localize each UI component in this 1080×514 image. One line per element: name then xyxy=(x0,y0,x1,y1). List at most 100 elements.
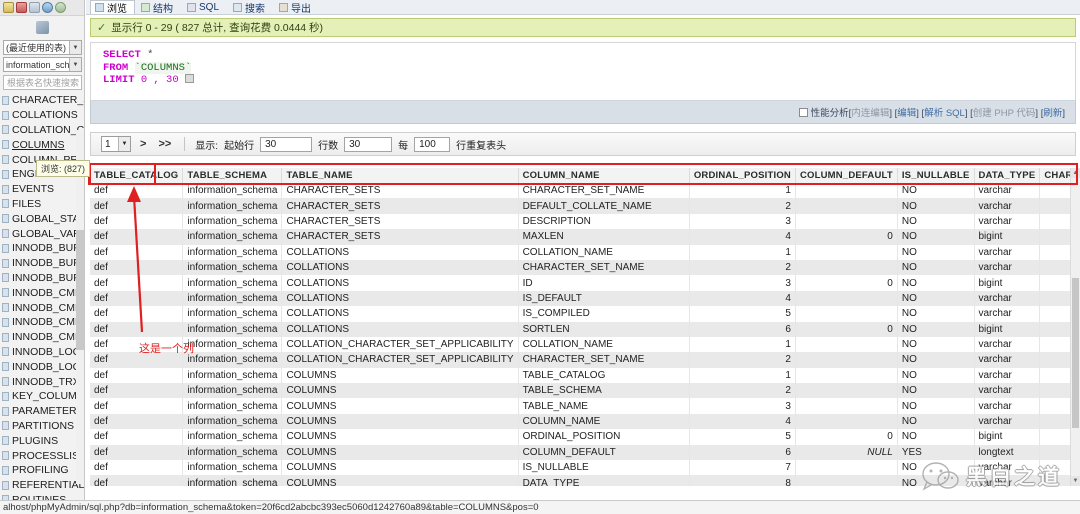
table-cell[interactable]: def xyxy=(90,352,184,368)
table-row[interactable]: def information_schema COLUMNS TABLE_CATALO… xyxy=(90,367,1080,384)
table-cell[interactable]: bigint xyxy=(974,429,1041,445)
sidebar-table-profiling[interactable]: PROFILING xyxy=(0,463,84,478)
sidebar-table-innodb_buffer_p[interactable]: INNODB_BUFFER_P xyxy=(0,241,84,256)
page-number-select[interactable]: 1 ▼ xyxy=(101,136,131,152)
table-row[interactable]: def information_schema COLUMNS IS_NULLABLE 7… xyxy=(90,460,1080,476)
table-cell[interactable] xyxy=(795,398,898,414)
table-cell[interactable]: MAXLEN xyxy=(518,229,690,245)
table-cell[interactable]: 0 xyxy=(795,429,898,445)
table-cell[interactable]: 0 xyxy=(795,321,898,337)
table-cell[interactable] xyxy=(795,259,898,276)
table-cell[interactable]: COLUMN_NAME xyxy=(518,413,690,430)
sidebar-table-innodb_buffer_p[interactable]: INNODB_BUFFER_P xyxy=(0,256,84,271)
table-cell[interactable]: def xyxy=(90,367,184,384)
table-cell[interactable]: NO xyxy=(897,275,975,291)
table-cell[interactable]: 1 xyxy=(689,244,796,260)
table-cell[interactable]: information_schema xyxy=(182,244,283,260)
table-row[interactable]: def information_schema COLLATIONS IS_COMPIL… xyxy=(90,306,1080,322)
sidebar-table-files[interactable]: FILES xyxy=(0,197,84,212)
scroll-down-icon[interactable]: ▼ xyxy=(1071,476,1080,486)
sidebar-table-innodb_buffer_p[interactable]: INNODB_BUFFER_P xyxy=(0,271,84,286)
table-row[interactable]: def information_schema COLLATION_CHARACTER… xyxy=(90,352,1080,368)
table-filter-input[interactable]: 根据表名快速搜索 xyxy=(3,75,82,90)
sidebar-table-global_status[interactable]: GLOBAL_STATUS xyxy=(0,211,84,226)
table-cell[interactable]: 1 xyxy=(689,183,796,199)
table-cell[interactable]: information_schema xyxy=(182,183,283,199)
table-cell[interactable]: 1 xyxy=(689,367,796,384)
inline-edit-icon[interactable] xyxy=(184,74,194,83)
table-cell[interactable]: NO xyxy=(897,413,975,430)
table-cell[interactable]: information_schema xyxy=(182,460,283,476)
sidebar-table-processlist[interactable]: PROCESSLIST xyxy=(0,448,84,463)
column-header-ordinal_position[interactable]: ORDINAL_POSITION xyxy=(689,168,796,184)
sql-action-4[interactable]: 刷新 xyxy=(1043,108,1062,119)
table-cell[interactable]: DATA_TYPE xyxy=(518,475,690,486)
table-cell[interactable]: 4 xyxy=(689,413,796,430)
table-cell[interactable]: 0 xyxy=(795,275,898,291)
table-cell[interactable]: CHARACTER_SETS xyxy=(281,183,519,199)
table-cell[interactable] xyxy=(795,336,898,353)
table-cell[interactable]: NO xyxy=(897,290,975,307)
sql-action-2[interactable]: 解析 SQL xyxy=(924,108,965,119)
table-cell[interactable] xyxy=(795,383,898,399)
table-cell[interactable]: 3 xyxy=(689,398,796,414)
sidebar-table-routines[interactable]: ROUTINES xyxy=(0,493,84,500)
table-cell[interactable]: TABLE_SCHEMA xyxy=(518,383,690,399)
column-header-table_schema[interactable]: TABLE_SCHEMA xyxy=(182,168,283,184)
sidebar-table-innodb_cmpmem[interactable]: INNODB_CMPMEM xyxy=(0,300,84,315)
table-cell[interactable]: varchar xyxy=(974,198,1041,214)
table-cell[interactable]: COLLATION_CHARACTER_SET_APPLICABILITY xyxy=(281,336,519,353)
table-cell[interactable]: COLLATION_NAME xyxy=(518,336,690,353)
wiki-icon[interactable] xyxy=(42,2,53,13)
database-select[interactable]: information_schem ▼ xyxy=(3,57,82,72)
results-scrollbar[interactable]: ▲ ▼ xyxy=(1070,168,1080,486)
sidebar-table-columns[interactable]: COLUMNS xyxy=(0,137,84,152)
table-cell[interactable]: information_schema xyxy=(182,429,283,445)
table-cell[interactable]: NO xyxy=(897,352,975,368)
scroll-up-icon[interactable]: ▲ xyxy=(1071,168,1080,178)
sidebar-table-innodb_cmpmem[interactable]: INNODB_CMPMEM xyxy=(0,315,84,330)
table-cell[interactable]: YES xyxy=(897,444,975,461)
sidebar-scrollbar-thumb[interactable] xyxy=(76,230,84,350)
table-cell[interactable]: IS_DEFAULT xyxy=(518,290,690,307)
table-row[interactable]: def information_schema COLUMNS COLUMN_DEFAU… xyxy=(90,444,1080,461)
table-cell[interactable]: 8 xyxy=(689,475,796,486)
table-cell[interactable]: 5 xyxy=(689,306,796,322)
table-cell[interactable]: COLLATIONS xyxy=(281,321,519,337)
table-cell[interactable] xyxy=(795,213,898,230)
table-cell[interactable]: varchar xyxy=(974,460,1041,476)
table-row[interactable]: def information_schema COLLATIONS CHARACTER… xyxy=(90,259,1080,276)
table-cell[interactable]: COLLATION_CHARACTER_SET_APPLICABILITY xyxy=(281,352,519,368)
table-cell[interactable]: COLLATIONS xyxy=(281,290,519,307)
tab-sql[interactable]: SQL xyxy=(182,0,227,14)
table-cell[interactable]: information_schema xyxy=(182,383,283,399)
sidebar-table-collation_char[interactable]: COLLATION_CHAR xyxy=(0,123,84,138)
table-cell[interactable]: COLLATIONS xyxy=(281,244,519,260)
table-row[interactable]: def information_schema CHARACTER_SETS DESCR… xyxy=(90,213,1080,230)
table-cell[interactable]: COLUMNS xyxy=(281,383,519,399)
table-cell[interactable] xyxy=(795,198,898,214)
table-cell[interactable]: information_schema xyxy=(182,413,283,430)
table-cell[interactable]: 4 xyxy=(689,229,796,245)
sidebar-scrollbar[interactable] xyxy=(76,130,84,484)
table-cell[interactable]: 2 xyxy=(689,383,796,399)
table-cell[interactable]: def xyxy=(90,213,184,230)
table-cell[interactable]: 6 xyxy=(689,444,796,461)
table-row[interactable]: def information_schema CHARACTER_SETS CHARA… xyxy=(90,183,1080,199)
table-cell[interactable]: SORTLEN xyxy=(518,321,690,337)
table-cell[interactable]: def xyxy=(90,229,184,245)
sql-query-box[interactable]: SELECT * FROM `COLUMNS` LIMIT 0 , 30 xyxy=(90,42,1076,100)
table-row[interactable]: def information_schema COLLATIONS SORTLEN 6 0… xyxy=(90,321,1080,337)
table-cell[interactable] xyxy=(795,367,898,384)
table-row[interactable]: def information_schema COLLATION_CHARACTER… xyxy=(90,336,1080,353)
table-cell[interactable]: COLLATION_NAME xyxy=(518,244,690,260)
table-cell[interactable]: information_schema xyxy=(182,306,283,322)
table-cell[interactable]: CHARACTER_SET_NAME xyxy=(518,259,690,276)
table-row[interactable]: def information_schema COLUMNS TABLE_NAME 3 N… xyxy=(90,398,1080,414)
table-cell[interactable]: ID xyxy=(518,275,690,291)
table-cell[interactable]: NO xyxy=(897,383,975,399)
reload-icon[interactable] xyxy=(55,2,66,13)
table-cell[interactable]: bigint xyxy=(974,321,1041,337)
table-cell[interactable] xyxy=(795,475,898,486)
table-cell[interactable]: bigint xyxy=(974,229,1041,245)
